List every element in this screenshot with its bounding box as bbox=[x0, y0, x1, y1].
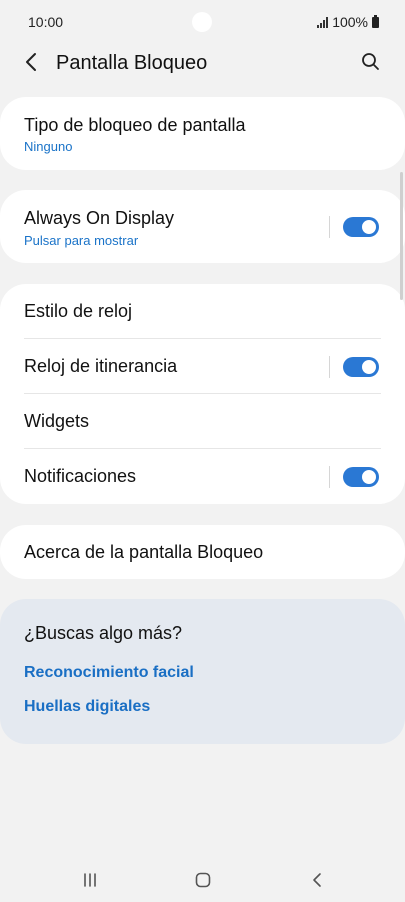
suggestions-card: ¿Buscas algo más? Reconocimiento facial … bbox=[0, 599, 405, 744]
back-nav-icon bbox=[313, 873, 321, 887]
aod-toggle[interactable] bbox=[343, 217, 379, 237]
suggestions-title: ¿Buscas algo más? bbox=[24, 623, 183, 643]
lock-settings-card: Estilo de reloj Reloj de itinerancia Wid… bbox=[0, 284, 405, 504]
widgets-row[interactable]: Widgets bbox=[0, 394, 405, 449]
toggle-divider bbox=[329, 466, 330, 488]
fingerprints-link[interactable]: Huellas digitales bbox=[24, 698, 150, 716]
camera-cutout bbox=[192, 12, 212, 32]
roaming-clock-label: Reloj de itinerancia bbox=[24, 356, 178, 376]
signal-icon bbox=[317, 16, 329, 28]
back-nav-button[interactable] bbox=[303, 866, 331, 894]
status-time: 10:00 bbox=[28, 14, 64, 30]
recents-icon bbox=[84, 873, 96, 887]
home-button[interactable] bbox=[189, 866, 217, 894]
about-row[interactable]: Acerca de la pantalla Bloqueo bbox=[0, 525, 405, 580]
lock-type-label: Tipo de bloqueo de pantalla bbox=[24, 115, 246, 135]
toggle-knob bbox=[360, 218, 378, 236]
lock-type-row[interactable]: Tipo de bloqueo de pantalla Ninguno bbox=[0, 97, 405, 154]
face-recognition-link[interactable]: Reconocimiento facial bbox=[24, 664, 194, 682]
aod-card[interactable]: Always On Display Pulsar para mostrar bbox=[0, 190, 405, 263]
toggle-knob bbox=[360, 358, 378, 376]
toggle-divider bbox=[329, 216, 330, 238]
back-arrow-icon bbox=[26, 53, 36, 71]
clock-style-row[interactable]: Estilo de reloj bbox=[0, 284, 405, 339]
page-title: Pantalla Bloqueo bbox=[56, 52, 208, 74]
lock-type-value: Ninguno bbox=[24, 139, 73, 154]
status-bar: 10:00 100% bbox=[0, 0, 405, 44]
about-label: Acerca de la pantalla Bloqueo bbox=[24, 542, 264, 562]
app-bar: Pantalla Bloqueo bbox=[0, 40, 405, 84]
widgets-label: Widgets bbox=[24, 411, 90, 431]
clock-style-label: Estilo de reloj bbox=[24, 301, 133, 321]
status-indicators: 100% bbox=[317, 14, 379, 30]
lock-type-card[interactable]: Tipo de bloqueo de pantalla Ninguno bbox=[0, 97, 405, 170]
roaming-clock-toggle[interactable] bbox=[343, 357, 379, 377]
about-card[interactable]: Acerca de la pantalla Bloqueo bbox=[0, 525, 405, 579]
search-icon bbox=[362, 53, 379, 70]
notifications-toggle[interactable] bbox=[343, 467, 379, 487]
battery-percent: 100% bbox=[332, 14, 368, 30]
toggle-divider bbox=[329, 356, 330, 378]
navigation-bar bbox=[0, 858, 405, 902]
roaming-clock-row[interactable]: Reloj de itinerancia bbox=[0, 339, 405, 394]
scrollbar[interactable] bbox=[400, 172, 403, 300]
aod-subtitle: Pulsar para mostrar bbox=[24, 233, 139, 248]
aod-row[interactable]: Always On Display Pulsar para mostrar bbox=[0, 190, 405, 248]
toggle-knob bbox=[360, 468, 378, 486]
notifications-row[interactable]: Notificaciones bbox=[0, 449, 405, 504]
notifications-label: Notificaciones bbox=[24, 466, 137, 486]
search-button[interactable] bbox=[357, 48, 385, 76]
aod-label: Always On Display bbox=[24, 208, 175, 228]
home-icon bbox=[195, 872, 211, 888]
battery-icon bbox=[372, 14, 379, 28]
back-button[interactable] bbox=[18, 48, 46, 76]
recents-button[interactable] bbox=[76, 866, 104, 894]
